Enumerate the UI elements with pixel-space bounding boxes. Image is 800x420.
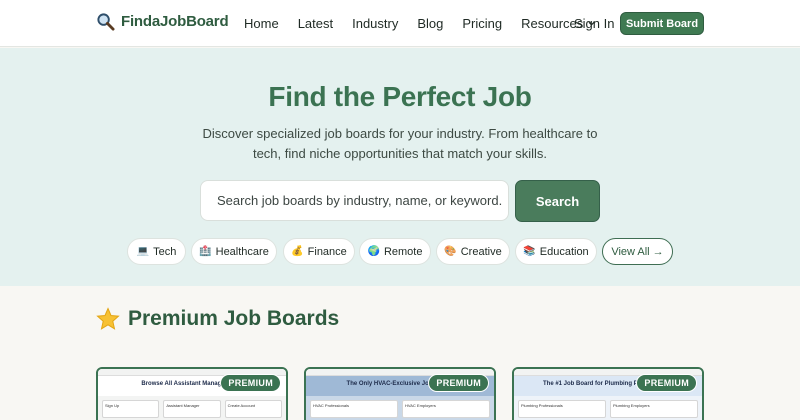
- thumb-box: Assistant Manager: [163, 400, 221, 418]
- thumb-box: Create Account: [224, 400, 282, 418]
- category-chips: 💻 Tech 🏥 Healthcare 💰 Finance 🌍 Remote 🎨…: [0, 238, 800, 265]
- premium-badge: PREMIUM: [636, 374, 697, 392]
- hero-title: Find the Perfect Job: [268, 81, 532, 112]
- thumb-box: Sign Up: [102, 400, 160, 418]
- premium-title: Premium Job Boards: [128, 307, 340, 330]
- chip-label: Tech: [153, 245, 177, 258]
- hospital-icon: 🏥: [199, 246, 212, 257]
- magnifier-logo-icon: [97, 13, 115, 31]
- chip-label: Education: [539, 245, 589, 258]
- nav-pricing[interactable]: Pricing: [462, 16, 502, 31]
- books-icon: 📚: [523, 246, 536, 257]
- chip-label: Remote: [383, 245, 423, 258]
- view-all-button[interactable]: View All →: [602, 238, 673, 265]
- premium-card-3[interactable]: The #1 Job Board for Plumbing Profession…: [512, 367, 704, 420]
- nav-latest[interactable]: Latest: [298, 16, 333, 31]
- star-icon: [96, 307, 120, 330]
- chip-label: Healthcare: [215, 245, 269, 258]
- chip-remote[interactable]: 🌍 Remote: [359, 238, 431, 265]
- search-input[interactable]: [200, 180, 509, 221]
- submit-board-button[interactable]: Submit Board: [620, 12, 704, 35]
- logo[interactable]: FindaJobBoard: [96, 12, 229, 31]
- thumb-box: Plumbing Employers: [610, 400, 698, 418]
- money-bag-icon: 💰: [291, 246, 304, 257]
- sign-in-link[interactable]: Sign In: [574, 16, 614, 31]
- chip-education[interactable]: 📚 Education: [515, 238, 597, 265]
- palette-icon: 🎨: [444, 246, 457, 257]
- globe-icon: 🌍: [367, 246, 380, 257]
- chip-label: Creative: [460, 245, 502, 258]
- premium-card-1[interactable]: Browse All Assistant Manager Jobs Sign U…: [96, 367, 288, 420]
- hero-section: Find the Perfect Job Discover specialize…: [0, 48, 800, 286]
- nav-blog[interactable]: Blog: [417, 16, 443, 31]
- hero-subtitle: Discover specialized job boards for your…: [202, 126, 598, 161]
- logo-text: FindaJobBoard: [121, 13, 229, 30]
- thumb-boxes: Sign Up Assistant Manager Create Account: [98, 396, 286, 420]
- site-header: FindaJobBoard Home Latest Industry Blog …: [0, 0, 800, 47]
- thumb-box: Plumbing Professionals: [518, 400, 606, 418]
- chip-label: Finance: [307, 245, 347, 258]
- laptop-icon: 💻: [136, 246, 150, 257]
- nav-industry[interactable]: Industry: [352, 16, 398, 31]
- thumb-box: HVAC Professionals: [310, 400, 398, 418]
- premium-badge: PREMIUM: [428, 374, 489, 392]
- premium-badge: PREMIUM: [220, 374, 281, 392]
- chip-tech[interactable]: 💻 Tech: [127, 238, 186, 265]
- thumb-box: HVAC Employers: [402, 400, 490, 418]
- chip-finance[interactable]: 💰 Finance: [283, 238, 355, 265]
- thumb-boxes: Plumbing Professionals Plumbing Employer…: [514, 396, 702, 420]
- chip-healthcare[interactable]: 🏥 Healthcare: [191, 238, 277, 265]
- premium-heading: Premium Job Boards: [96, 307, 339, 331]
- search-button[interactable]: Search: [515, 180, 600, 222]
- chip-creative[interactable]: 🎨 Creative: [436, 238, 510, 265]
- thumb-boxes: HVAC Professionals HVAC Employers: [306, 396, 494, 420]
- main-nav: Home Latest Industry Blog Pricing Resour…: [244, 0, 614, 47]
- premium-card-2[interactable]: The Only HVAC-Exclusive Job Market HVAC …: [304, 367, 496, 420]
- nav-home[interactable]: Home: [244, 16, 279, 31]
